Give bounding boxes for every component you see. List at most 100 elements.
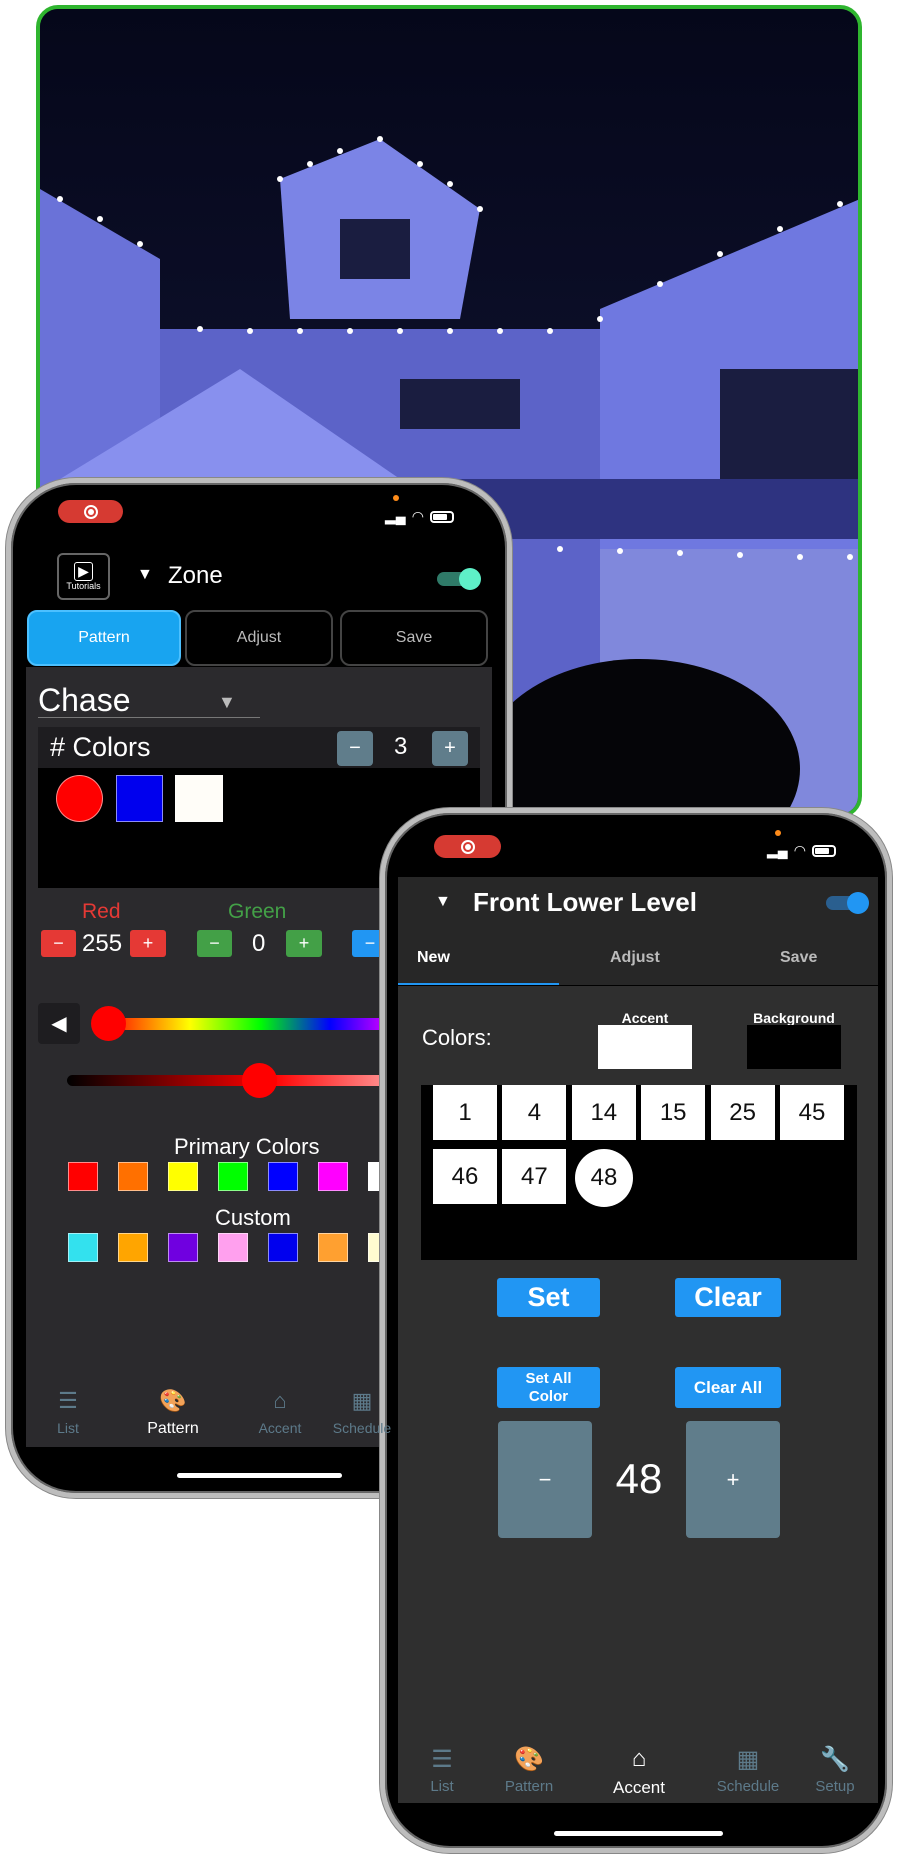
accent-color-swatch[interactable] bbox=[598, 1025, 692, 1069]
zone-power-toggle[interactable] bbox=[826, 892, 869, 914]
color-swatch[interactable] bbox=[68, 1162, 98, 1191]
active-tab-indicator bbox=[398, 983, 559, 985]
light-cell[interactable]: 14 bbox=[571, 1085, 636, 1140]
red-value: 255 bbox=[82, 930, 123, 957]
list-icon[interactable]: ☰ bbox=[407, 1745, 477, 1774]
tutorials-button[interactable]: ▶ Tutorials bbox=[57, 553, 110, 600]
nav-item-setup[interactable]: Setup bbox=[790, 1778, 880, 1795]
list-icon[interactable]: ☰ bbox=[33, 1388, 103, 1414]
background-label: Background bbox=[753, 1010, 835, 1026]
tab-save[interactable]: Save bbox=[340, 610, 488, 666]
counter-plus-button[interactable]: + bbox=[686, 1421, 780, 1538]
nav-item-list[interactable]: List bbox=[397, 1778, 487, 1795]
light-cells-grid: 1 4 14 15 25 45 46 47 48 bbox=[421, 1085, 857, 1260]
calendar-icon[interactable]: ▦ bbox=[713, 1745, 783, 1774]
tab-new[interactable]: New bbox=[417, 949, 450, 967]
set-button[interactable]: Set bbox=[497, 1278, 600, 1317]
selected-color-3[interactable] bbox=[175, 775, 223, 822]
brightness-slider[interactable] bbox=[67, 1075, 407, 1086]
nav-item-list[interactable]: List bbox=[28, 1420, 108, 1436]
color-swatch[interactable] bbox=[68, 1233, 98, 1262]
hue-slider-thumb[interactable] bbox=[91, 1006, 126, 1041]
home-icon[interactable]: ⌂ bbox=[604, 1745, 674, 1773]
red-label: Red bbox=[82, 900, 121, 923]
colors-label: Colors: bbox=[422, 1025, 492, 1050]
num-colors-label: # Colors bbox=[50, 732, 151, 762]
light-cell[interactable]: 1 bbox=[433, 1085, 497, 1140]
calendar-icon[interactable]: ▦ bbox=[327, 1388, 397, 1414]
home-icon[interactable]: ⌂ bbox=[245, 1388, 315, 1414]
color-swatch[interactable] bbox=[168, 1162, 198, 1191]
signal-icon: ▂▄ bbox=[385, 508, 406, 524]
play-icon: ▶ bbox=[74, 562, 93, 581]
green-minus-button[interactable]: − bbox=[197, 930, 232, 957]
nav-item-accent[interactable]: Accent bbox=[594, 1778, 684, 1798]
zone-title[interactable]: Front Lower Level bbox=[473, 887, 697, 918]
zone-power-toggle[interactable] bbox=[437, 568, 481, 590]
num-colors-minus-button[interactable]: − bbox=[337, 731, 373, 766]
light-cell[interactable]: 46 bbox=[433, 1149, 497, 1204]
privacy-dot bbox=[775, 830, 781, 836]
screen-record-indicator bbox=[58, 500, 123, 523]
light-cell[interactable]: 47 bbox=[502, 1149, 567, 1204]
nav-item-schedule[interactable]: Schedule bbox=[322, 1420, 402, 1436]
light-cell[interactable]: 15 bbox=[641, 1085, 706, 1140]
pattern-select-value: Chase bbox=[38, 682, 131, 718]
privacy-dot bbox=[393, 495, 399, 501]
battery-icon bbox=[429, 510, 454, 523]
wifi-icon: ◠ bbox=[411, 508, 424, 524]
nav-item-pattern[interactable]: Pattern bbox=[484, 1778, 574, 1795]
tab-adjust[interactable]: Adjust bbox=[610, 949, 660, 967]
caret-down-icon: ▼ bbox=[218, 692, 236, 712]
zone-dropdown-icon[interactable]: ▼ bbox=[435, 893, 451, 911]
tab-pattern[interactable]: Pattern bbox=[27, 610, 181, 666]
color-swatch[interactable] bbox=[318, 1162, 348, 1191]
tab-save[interactable]: Save bbox=[780, 949, 817, 967]
pattern-select[interactable]: Chase ▼ bbox=[38, 682, 260, 718]
set-all-label: Set All bbox=[525, 1369, 572, 1387]
battery-icon bbox=[811, 844, 836, 857]
color-swatch[interactable] bbox=[118, 1233, 148, 1262]
light-cell[interactable]: 45 bbox=[780, 1085, 844, 1140]
red-minus-button[interactable]: − bbox=[41, 930, 76, 957]
nav-item-accent[interactable]: Accent bbox=[240, 1420, 320, 1436]
zone-dropdown-icon[interactable]: ▼ bbox=[137, 566, 153, 584]
counter-value: 48 bbox=[615, 1455, 663, 1502]
num-colors-row: # Colors bbox=[38, 727, 480, 768]
palette-icon[interactable]: 🎨 bbox=[138, 1388, 208, 1414]
background-color-swatch[interactable] bbox=[747, 1025, 841, 1069]
set-all-color-button[interactable]: Set All Color bbox=[497, 1367, 600, 1408]
nav-item-schedule[interactable]: Schedule bbox=[703, 1778, 793, 1795]
zone-title[interactable]: Zone bbox=[168, 562, 223, 590]
color-swatch[interactable] bbox=[168, 1233, 198, 1262]
counter-minus-button[interactable]: − bbox=[498, 1421, 592, 1538]
brightness-slider-thumb[interactable] bbox=[242, 1063, 277, 1098]
tutorials-label: Tutorials bbox=[66, 581, 101, 591]
light-cell[interactable]: 48 bbox=[575, 1149, 633, 1207]
color-swatch[interactable] bbox=[268, 1233, 298, 1262]
clear-button[interactable]: Clear bbox=[675, 1278, 781, 1317]
clear-all-button[interactable]: Clear All bbox=[675, 1367, 781, 1408]
tab-adjust[interactable]: Adjust bbox=[185, 610, 333, 666]
home-indicator bbox=[177, 1473, 342, 1478]
light-cell[interactable]: 25 bbox=[710, 1085, 775, 1140]
wrench-icon[interactable]: 🔧 bbox=[800, 1745, 870, 1774]
color-swatch[interactable] bbox=[218, 1233, 248, 1262]
back-arrow-button[interactable]: ◀ bbox=[38, 1003, 80, 1044]
red-plus-button[interactable]: + bbox=[130, 930, 166, 957]
nav-item-pattern[interactable]: Pattern bbox=[133, 1420, 213, 1438]
light-cell[interactable]: 4 bbox=[502, 1085, 567, 1140]
color-swatch[interactable] bbox=[218, 1162, 248, 1191]
set-all-label-color: Color bbox=[528, 1387, 569, 1405]
primary-colors-label: Primary Colors bbox=[174, 1134, 320, 1159]
screen-record-indicator bbox=[434, 835, 501, 858]
color-swatch[interactable] bbox=[118, 1162, 148, 1191]
green-plus-button[interactable]: + bbox=[286, 930, 322, 957]
color-swatch[interactable] bbox=[268, 1162, 298, 1191]
palette-icon[interactable]: 🎨 bbox=[494, 1745, 564, 1774]
selected-color-1[interactable] bbox=[56, 775, 103, 822]
color-swatch[interactable] bbox=[318, 1233, 348, 1262]
num-colors-plus-button[interactable]: + bbox=[432, 731, 468, 766]
hue-slider[interactable] bbox=[120, 1018, 400, 1030]
selected-color-2[interactable] bbox=[116, 775, 163, 822]
